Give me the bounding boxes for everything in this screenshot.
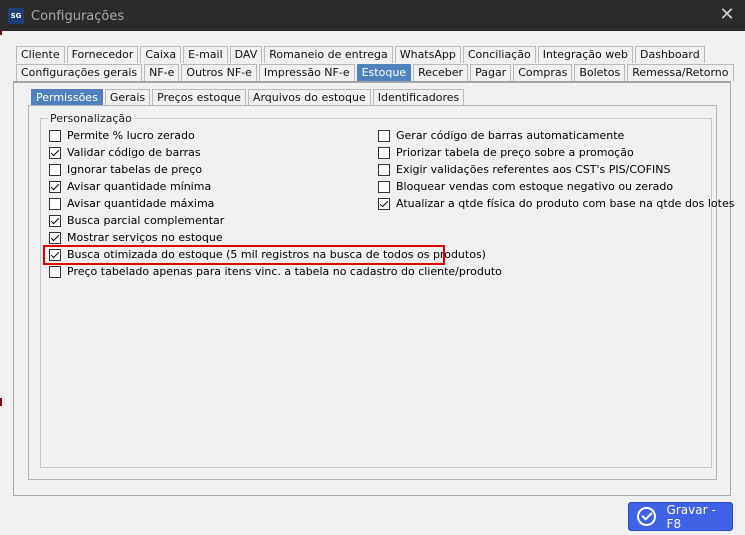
tab-whatsapp[interactable]: WhatsApp xyxy=(394,46,461,63)
tab-romaneio-de-entrega[interactable]: Romaneio de entrega xyxy=(264,46,393,63)
save-button-label: Gravar - F8 xyxy=(666,502,716,531)
option-busca-parcial-complementar[interactable]: Busca parcial complementar xyxy=(49,213,224,228)
title-bar: SG Configurações ✕ xyxy=(0,0,745,31)
subtab-gerais[interactable]: Gerais xyxy=(104,89,151,106)
option-atualizar-a-qtde-fisica-do-produto-com-b[interactable]: Atualizar a qtde física do produto com b… xyxy=(378,196,734,211)
option-label: Exigir validações referentes aos CST's P… xyxy=(396,163,671,176)
tab-fornecedor[interactable]: Fornecedor xyxy=(66,46,139,63)
option-exigir-validacoes-referentes-aos-cst-s-p[interactable]: Exigir validações referentes aos CST's P… xyxy=(378,162,670,177)
checkbox-unchecked[interactable] xyxy=(49,265,61,278)
tab-boletos[interactable]: Boletos xyxy=(574,64,626,81)
window-edge-mark xyxy=(0,31,2,35)
option-mostrar-servicos-no-estoque[interactable]: Mostrar serviços no estoque xyxy=(49,230,223,245)
tab-configuracoes-gerais[interactable]: Configurações gerais xyxy=(16,64,143,81)
checkbox-unchecked[interactable] xyxy=(49,197,61,210)
option-preco-tabelado-apenas-para-itens-vinc-a-[interactable]: Preço tabelado apenas para itens vinc. a… xyxy=(49,264,502,279)
option-avisar-quantidade-maxima[interactable]: Avisar quantidade máxima xyxy=(49,196,214,211)
checkbox-unchecked[interactable] xyxy=(378,163,390,176)
tab-compras[interactable]: Compras xyxy=(513,64,573,81)
option-gerar-codigo-de-barras-automaticamente[interactable]: Gerar código de barras automaticamente xyxy=(378,128,624,143)
check-circle-icon xyxy=(637,507,656,526)
main-tabs-row-1: Cliente Fornecedor Caixa E-mail DAV Romaneio … xyxy=(16,46,707,63)
option-label: Permite % lucro zerado xyxy=(67,129,195,142)
checkbox-unchecked[interactable] xyxy=(378,129,390,142)
checkbox-checked[interactable] xyxy=(49,214,61,227)
checkbox-checked[interactable] xyxy=(49,231,61,244)
checkbox-unchecked[interactable] xyxy=(49,129,61,142)
option-label: Validar código de barras xyxy=(67,146,201,159)
option-bloquear-vendas-com-estoque-negativo-ou-[interactable]: Bloquear vendas com estoque negativo ou … xyxy=(378,179,673,194)
tab-pagar[interactable]: Pagar xyxy=(470,64,512,81)
tab-remessa-retorno[interactable]: Remessa/Retorno xyxy=(627,64,734,81)
option-label: Atualizar a qtde física do produto com b… xyxy=(396,197,735,210)
close-icon[interactable]: ✕ xyxy=(717,5,737,25)
window-edge-mark xyxy=(0,398,2,406)
option-label: Mostrar serviços no estoque xyxy=(67,231,223,244)
option-avisar-quantidade-minima[interactable]: Avisar quantidade mínima xyxy=(49,179,211,194)
subtab-arquivos-do-estoque[interactable]: Arquivos do estoque xyxy=(247,89,371,106)
checkbox-checked[interactable] xyxy=(49,180,61,193)
tab-integracao-web[interactable]: Integração web xyxy=(537,46,634,63)
tab-impressao-nf-e[interactable]: Impressão NF-e xyxy=(258,64,355,81)
tab-estoque[interactable]: Estoque xyxy=(356,64,412,81)
tab-dav[interactable]: DAV xyxy=(229,46,263,63)
option-permite-lucro-zerado[interactable]: Permite % lucro zerado xyxy=(49,128,195,143)
subtab-precos-estoque[interactable]: Preços estoque xyxy=(152,89,246,106)
option-label: Avisar quantidade máxima xyxy=(67,197,215,210)
option-label: Preço tabelado apenas para itens vinc. a… xyxy=(67,265,502,278)
option-label: Gerar código de barras automaticamente xyxy=(396,129,625,142)
sub-tabs-row: Permissões Gerais Preços estoque Arquivos d… xyxy=(31,89,466,106)
option-label: Bloquear vendas com estoque negativo ou … xyxy=(396,180,674,193)
tab-caixa[interactable]: Caixa xyxy=(140,46,182,63)
tab-e-mail[interactable]: E-mail xyxy=(183,46,228,63)
checkbox-unchecked[interactable] xyxy=(49,163,61,176)
tab-nf-e[interactable]: NF-e xyxy=(144,64,180,81)
app-logo-icon: SG xyxy=(8,8,24,24)
tab-dashboard[interactable]: Dashboard xyxy=(635,46,705,63)
checkbox-checked[interactable] xyxy=(378,197,390,210)
checkbox-checked[interactable] xyxy=(49,146,61,159)
tab-receber[interactable]: Receber xyxy=(413,64,469,81)
checkbox-unchecked[interactable] xyxy=(378,146,390,159)
tab-conciliacao[interactable]: Conciliação xyxy=(462,46,536,63)
tab-outros-nf-e[interactable]: Outros NF-e xyxy=(181,64,257,81)
subtab-identificadores[interactable]: Identificadores xyxy=(372,89,465,106)
window-title: Configurações xyxy=(31,9,125,24)
main-tabs-row-2: Configurações gerais NF-e Outros NF-e Impre… xyxy=(16,64,736,81)
subtab-permissoes[interactable]: Permissões xyxy=(31,89,103,106)
option-label: Ignorar tabelas de preço xyxy=(67,163,203,176)
group-title: Personalização xyxy=(48,112,134,125)
option-priorizar-tabela-de-preco-sobre-a-promoc[interactable]: Priorizar tabela de preço sobre a promoç… xyxy=(378,145,634,160)
save-button[interactable]: Gravar - F8 xyxy=(628,502,733,531)
checkbox-unchecked[interactable] xyxy=(378,180,390,193)
option-label: Busca parcial complementar xyxy=(67,214,225,227)
option-validar-codigo-de-barras[interactable]: Validar código de barras xyxy=(49,145,201,160)
tab-cliente[interactable]: Cliente xyxy=(16,46,65,63)
option-label: Avisar quantidade mínima xyxy=(67,180,212,193)
highlight-annotation xyxy=(43,245,445,265)
option-ignorar-tabelas-de-preco[interactable]: Ignorar tabelas de preço xyxy=(49,162,202,177)
option-label: Priorizar tabela de preço sobre a promoç… xyxy=(396,146,634,159)
